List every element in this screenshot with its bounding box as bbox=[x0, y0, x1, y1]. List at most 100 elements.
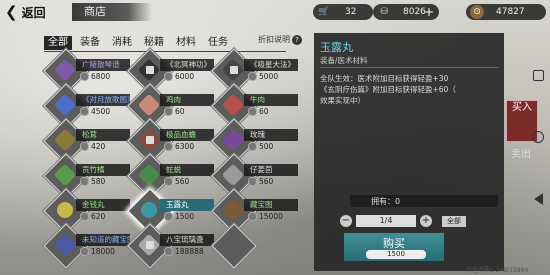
coin-icon bbox=[164, 142, 173, 151]
empty-slot-frame bbox=[211, 223, 257, 269]
lock-icon bbox=[146, 136, 154, 144]
shop-item[interactable]: 极品血蟾 6300 bbox=[127, 118, 218, 164]
tab-sell[interactable]: 卖出 bbox=[506, 148, 536, 174]
detail-divider bbox=[320, 67, 498, 68]
item-price: 4500 bbox=[91, 107, 111, 116]
shop-item[interactable]: 牛肉 60 bbox=[211, 83, 302, 129]
coin-icon bbox=[80, 107, 89, 116]
quantity-stepper: − 1/4 + 全部 bbox=[340, 215, 466, 227]
tab-quest[interactable]: 任务 bbox=[204, 36, 232, 50]
item-name: 贡竹橘 bbox=[76, 164, 130, 176]
discount-info-button[interactable]: 折扣说明 ? bbox=[258, 34, 302, 45]
coin-icon bbox=[80, 142, 89, 151]
item-name: 牛肉 bbox=[244, 94, 298, 106]
coin-icon bbox=[80, 212, 89, 221]
max-quantity-button[interactable]: 全部 bbox=[442, 215, 466, 227]
item-price: 620 bbox=[91, 212, 106, 221]
empty-slot bbox=[211, 223, 302, 269]
back-button[interactable]: ❮ 返回 bbox=[5, 3, 65, 21]
resource-coin-value: 47827 bbox=[496, 7, 525, 17]
item-name: 极品血蟾 bbox=[160, 129, 214, 141]
coin-icon bbox=[164, 212, 173, 221]
recents-icon[interactable] bbox=[529, 66, 547, 84]
home-icon[interactable] bbox=[529, 128, 547, 146]
coin-icon bbox=[164, 177, 173, 186]
quantity-display: 1/4 bbox=[356, 215, 416, 227]
silver-ingot-icon: ⛁ bbox=[380, 7, 388, 17]
shop-item[interactable]: 未知道的藏宝图 18000 bbox=[43, 223, 134, 269]
tab-materials[interactable]: 材料 bbox=[172, 36, 200, 50]
desc-line: 《玄阴疗伤篇》附加目标获得轻盈+60（ bbox=[320, 85, 456, 94]
back-nav-icon[interactable] bbox=[529, 190, 547, 208]
shop-item[interactable]: 《吸星大法》 5000 bbox=[211, 48, 302, 94]
back-arrow-icon: ❮ bbox=[5, 2, 18, 21]
shop-item[interactable]: 金钱丸 620 bbox=[43, 188, 134, 234]
back-label: 返回 bbox=[21, 5, 46, 20]
shop-item[interactable]: 鸡肉 60 bbox=[127, 83, 218, 129]
item-name: 蛇蜕 bbox=[160, 164, 214, 176]
increase-button[interactable]: + bbox=[420, 215, 432, 227]
footer-text: 打包不需1 249/15894 bbox=[466, 267, 529, 274]
resource-coin[interactable]: ⊙ 47827 bbox=[466, 4, 546, 20]
desc-line: 全队生效：医术附加目标获得轻盈+30 bbox=[320, 74, 449, 83]
shop-item[interactable]: 仔姜茴 560 bbox=[211, 153, 302, 199]
item-grid: 广陵散琴谱 6800 《北冥神功》 6000 《吸星大法》 5000 《对月放歌… bbox=[43, 48, 298, 272]
add-silver-button[interactable]: + bbox=[424, 4, 436, 20]
item-price: 500 bbox=[259, 142, 274, 151]
shop-item[interactable]: 蛇蜕 560 bbox=[127, 153, 218, 199]
item-price: 1500 bbox=[175, 212, 195, 221]
resource-stamina[interactable]: 🛒 32 bbox=[313, 4, 373, 20]
detail-type: 装备/医术材料 bbox=[320, 56, 368, 65]
tab-consumables[interactable]: 消耗 bbox=[108, 36, 136, 50]
shop-item[interactable]: 藏宝图 15000 bbox=[211, 188, 302, 234]
page-title: 商店 bbox=[72, 3, 152, 21]
item-name: 鸡肉 bbox=[160, 94, 214, 106]
item-name: 玫瑰 bbox=[244, 129, 298, 141]
item-name: 藏宝图 bbox=[244, 199, 298, 211]
item-price: 6300 bbox=[175, 142, 195, 151]
item-price: 15000 bbox=[259, 212, 283, 221]
item-price: 580 bbox=[91, 177, 106, 186]
shop-item-selected[interactable]: 玉露丸 1500 bbox=[127, 188, 218, 234]
lock-icon bbox=[146, 66, 154, 74]
coin-icon bbox=[248, 72, 257, 81]
tab-manuals[interactable]: 秘籍 bbox=[140, 36, 168, 50]
coin-icon bbox=[80, 72, 89, 81]
desc-line: 效果实现中） bbox=[320, 96, 365, 105]
item-price: 6800 bbox=[91, 72, 111, 81]
item-detail-panel: 玉露丸 装备/医术材料 全队生效：医术附加目标获得轻盈+30 《玄阴疗伤篇》附加… bbox=[314, 33, 504, 271]
cart-icon: 🛒 bbox=[318, 7, 330, 17]
buy-price: 1500 bbox=[366, 250, 426, 259]
item-name: 《吸星大法》 bbox=[244, 59, 298, 71]
item-name: 广陵散琴谱 bbox=[76, 59, 130, 71]
shop-item[interactable]: 松茸 420 bbox=[43, 118, 134, 164]
coin-icon bbox=[248, 142, 257, 151]
owned-count: 拥有：0 bbox=[371, 197, 401, 206]
item-name: 《对月放歌图》 bbox=[76, 94, 130, 106]
item-price: 420 bbox=[91, 142, 106, 151]
item-name: 玉露丸 bbox=[160, 199, 214, 211]
shop-item[interactable]: 贡竹橘 580 bbox=[43, 153, 134, 199]
buy-label: 购买 bbox=[383, 237, 405, 250]
tab-sell-label: 卖出 bbox=[511, 149, 531, 160]
coin-icon bbox=[80, 247, 89, 256]
category-tabs: 全部 装备 消耗 秘籍 材料 任务 bbox=[44, 36, 236, 50]
item-name: 《北冥神功》 bbox=[160, 59, 214, 71]
buy-button[interactable]: 购买 1500 bbox=[344, 233, 444, 261]
item-price: 5000 bbox=[259, 72, 279, 81]
item-name: 金钱丸 bbox=[76, 199, 130, 211]
lock-icon bbox=[146, 241, 154, 249]
shop-item[interactable]: 广陵散琴谱 6800 bbox=[43, 48, 134, 94]
shop-item[interactable]: 《北冥神功》 6000 bbox=[127, 48, 218, 94]
shop-item[interactable]: 玫瑰 500 bbox=[211, 118, 302, 164]
tab-equipment[interactable]: 装备 bbox=[76, 36, 104, 50]
shop-item[interactable]: 《对月放歌图》 4500 bbox=[43, 83, 134, 129]
item-price: 60 bbox=[259, 107, 269, 116]
tab-all[interactable]: 全部 bbox=[44, 36, 72, 50]
decrease-button[interactable]: − bbox=[340, 215, 352, 227]
shop-item[interactable]: 八宝琉璃盏 188888 bbox=[127, 223, 218, 269]
item-price: 560 bbox=[259, 177, 274, 186]
item-price: 188888 bbox=[175, 247, 204, 256]
discount-label: 折扣说明 bbox=[258, 35, 290, 44]
resource-stamina-value: 32 bbox=[345, 7, 357, 17]
